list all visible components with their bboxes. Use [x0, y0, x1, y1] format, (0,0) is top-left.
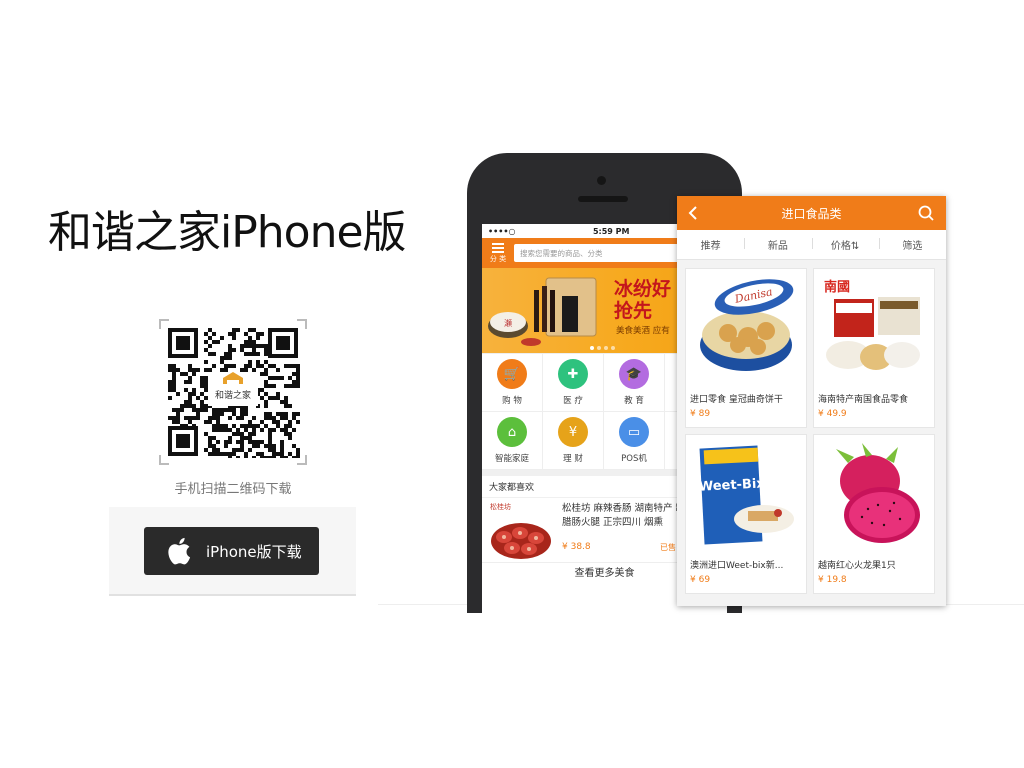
favorite-price: ¥ 38.8: [562, 542, 591, 552]
download-panel: iPhone版下载: [109, 507, 356, 596]
cart-icon: 🛒: [497, 359, 527, 389]
product-card[interactable]: 越南红心火龙果1只 ¥ 19.8: [813, 434, 935, 594]
product-price: ¥ 49.9: [818, 409, 847, 419]
cereal-box-image: Weet-Bix: [699, 445, 794, 545]
sort-option[interactable]: 价格⇅: [811, 237, 879, 252]
category-label: 理 财: [563, 454, 583, 464]
smart-home-icon: ⌂: [497, 417, 527, 447]
category-label: POS机: [621, 454, 647, 464]
search-icon[interactable]: [918, 205, 934, 221]
dragon-fruit-image: [836, 443, 920, 543]
card-title: 进口食品类: [781, 206, 842, 221]
category-cell[interactable]: ▭ POS机: [604, 412, 665, 470]
product-card[interactable]: 南國 海南特产南国食品零食 ¥ 49.9: [813, 268, 935, 428]
category-label: 购 物: [502, 396, 522, 406]
product-price: ¥ 19.8: [818, 575, 847, 585]
education-icon: 🎓: [619, 359, 649, 389]
menu-icon: [492, 242, 504, 253]
medical-icon: ✚: [558, 359, 588, 389]
product-name: 越南红心火龙果1只: [818, 561, 896, 571]
category-cell[interactable]: ⌂ 智能家庭: [482, 412, 543, 470]
svg-text:南國: 南國: [824, 279, 850, 295]
category-label: 分 类: [489, 254, 507, 263]
product-card[interactable]: Weet-Bix 澳洲进口Weet-bix新... ¥ 69: [685, 434, 807, 594]
product-grid: Danisa 进口零食 皇冠曲奇饼干 ¥ 89 南國 海南特产南国食品零食 ¥ …: [677, 260, 946, 602]
sausage-image: [491, 523, 551, 559]
product-name: 进口零食 皇冠曲奇饼干: [690, 395, 783, 405]
carousel-dots: [590, 346, 615, 350]
download-label: iPhone版下载: [206, 542, 302, 561]
cookie-tin-image: Danisa: [700, 279, 794, 371]
sort-bar: 推荐 新品 价格⇅ 筛选: [677, 230, 946, 260]
product-price: ¥ 89: [690, 409, 711, 419]
snack-pack-image: 南國: [824, 279, 920, 370]
category-label: 教 育: [624, 396, 644, 406]
qr-caption: 手机扫描二维码下载: [174, 482, 292, 497]
banner-headline-2: 抢先: [614, 300, 653, 322]
category-label: 智能家庭: [494, 454, 529, 464]
qr-code: 和谐之家: [166, 326, 300, 458]
category-cell[interactable]: ✚ 医 疗: [543, 354, 604, 412]
status-time: 5:59 PM: [592, 226, 630, 236]
imported-food-screen: 进口食品类 推荐 新品 价格⇅ 筛选 Danisa 进口零食 皇冠曲奇饼干 ¥ 89 …: [677, 196, 946, 606]
qr-logo-text: 和谐之家: [215, 389, 251, 401]
product-price: ¥ 69: [690, 575, 711, 585]
phone-camera: [597, 176, 606, 185]
svg-text:瀬: 瀬: [504, 318, 512, 328]
favorite-desc: 松桂坊 麻辣香肠 湖南特产 制腊肠火腿 正宗四川 烟熏: [562, 503, 686, 528]
product-name: 海南特产南国食品零食: [818, 395, 909, 405]
category-label: 医 疗: [563, 396, 583, 406]
apple-icon: [168, 537, 191, 565]
back-icon[interactable]: [685, 205, 701, 221]
signal-indicator: ••••○: [488, 226, 516, 236]
sort-option[interactable]: 推荐: [677, 237, 744, 252]
finance-icon: ¥: [558, 417, 588, 447]
card-header: 进口食品类: [677, 196, 946, 230]
category-cell[interactable]: ¥ 理 财: [543, 412, 604, 470]
product-card[interactable]: Danisa 进口零食 皇冠曲奇饼干 ¥ 89: [685, 268, 807, 428]
pos-icon: ▭: [619, 417, 649, 447]
banner-products-image: 瀬: [488, 277, 597, 346]
qr-code-frame: 和谐之家: [159, 319, 307, 465]
favorite-sold: 已售: [660, 543, 676, 552]
banner-subtitle: 美食美酒 应有: [616, 326, 670, 336]
category-cell[interactable]: 🛒 购 物: [482, 354, 543, 412]
product-name: 澳洲进口Weet-bix新...: [690, 561, 784, 571]
iphone-download-button[interactable]: iPhone版下载: [144, 527, 319, 575]
page-headline: 和谐之家iPhone版: [48, 207, 407, 258]
phone-speaker: [578, 196, 628, 202]
category-cell[interactable]: 🎓 教 育: [604, 354, 665, 412]
category-button[interactable]: 分 类: [486, 242, 510, 264]
sort-option[interactable]: 新品: [744, 237, 811, 252]
sort-option[interactable]: 筛选: [878, 237, 946, 252]
